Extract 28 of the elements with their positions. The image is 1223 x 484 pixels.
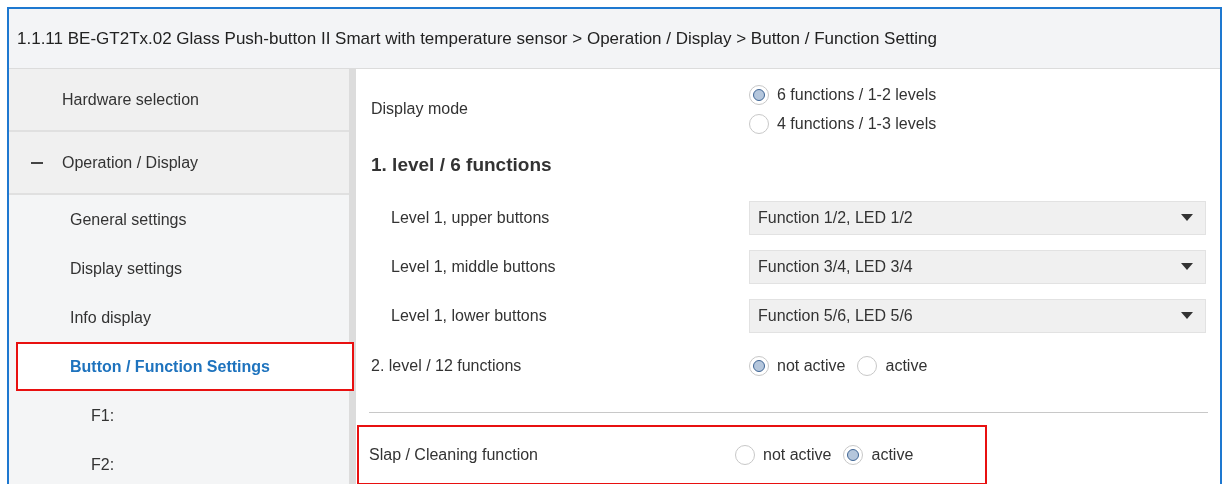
radio-option[interactable]: active: [843, 445, 914, 465]
sidebar-item[interactable]: Info display: [9, 293, 349, 342]
parameter-label: Display mode: [371, 100, 468, 117]
parameter-label: Slap / Cleaning function: [369, 446, 538, 463]
caret-icon: [1181, 312, 1193, 319]
parameter-label: 2. level / 12 functions: [371, 357, 522, 374]
sidebar-item[interactable]: General settings: [9, 195, 349, 244]
radio-option[interactable]: 4 functions / 1-3 levels: [749, 113, 937, 134]
sidebar-item[interactable]: Display settings: [9, 244, 349, 293]
dropdown[interactable]: Function 5/6, LED 5/6: [749, 298, 1206, 333]
parameter-label: Level 1, lower buttons: [391, 306, 547, 324]
caret-icon: [1181, 214, 1193, 221]
sidebar-item[interactable]: F2:: [9, 440, 349, 484]
window-title: 1.1.11 BE-GT2Tx.02 Glass Push-button II Smart with temperature sensor > Operation / Display > Button / Function Setting: [17, 28, 938, 49]
dropdown[interactable]: Function 3/4, LED 3/4: [749, 249, 1206, 284]
sidebar-item[interactable]: Operation / Display: [9, 132, 349, 195]
parameter-label: Level 1, upper buttons: [391, 208, 550, 226]
sidebar-item[interactable]: F1:: [9, 391, 349, 440]
sidebar-item[interactable]: Button / Function Settings: [16, 342, 354, 391]
radio-option[interactable]: 6 functions / 1-2 levels: [749, 84, 937, 105]
sidebar-item[interactable]: Hardware selection: [9, 69, 349, 132]
dropdown[interactable]: Function 1/2, LED 1/2: [749, 200, 1206, 235]
radio-option[interactable]: active: [857, 356, 928, 376]
radio-option[interactable]: not active: [735, 445, 832, 465]
radio-option[interactable]: not active: [749, 356, 846, 376]
caret-icon: [1181, 263, 1193, 270]
parameter-label: Level 1, middle buttons: [391, 257, 556, 275]
section-heading: 1. level / 6 functions: [371, 154, 552, 176]
